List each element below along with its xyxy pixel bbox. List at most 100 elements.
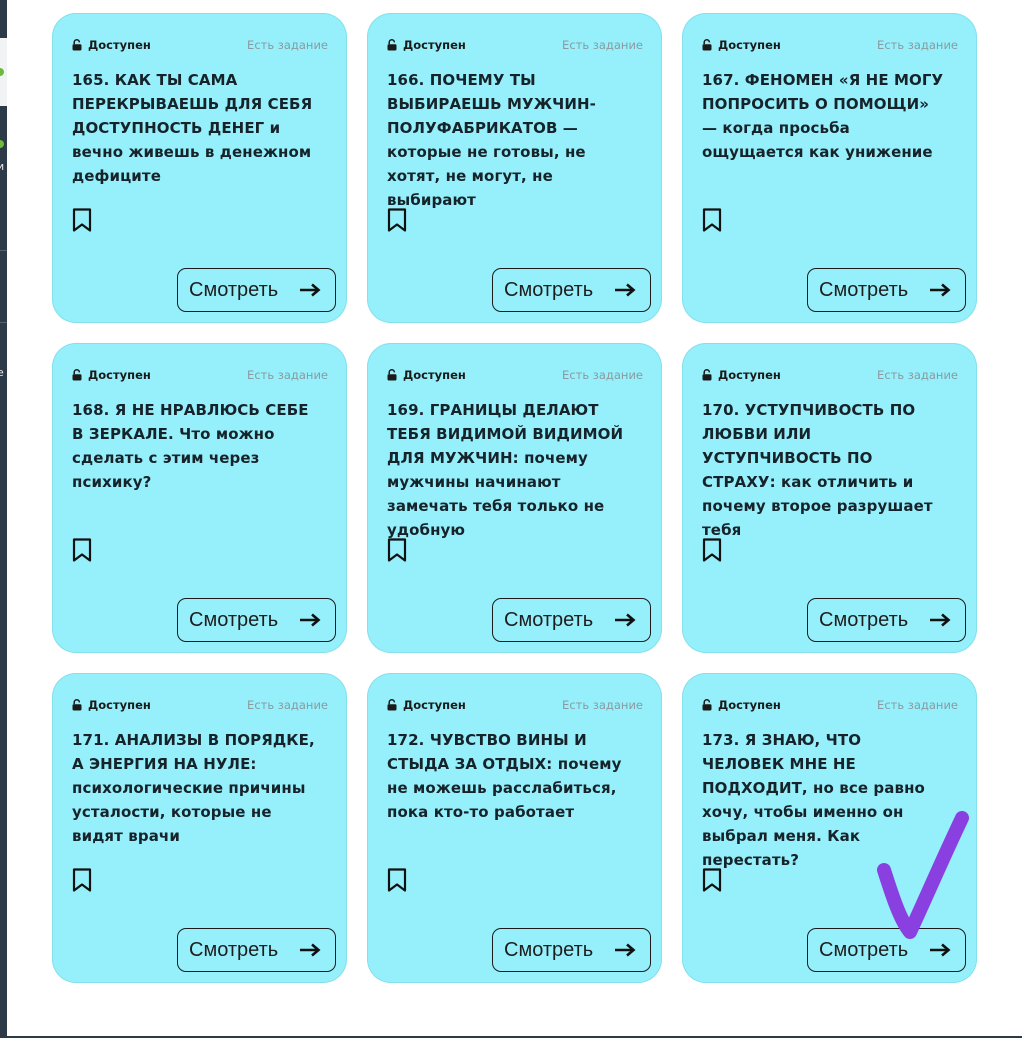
arrow-right-icon <box>300 943 321 957</box>
availability-status: Доступен <box>701 698 781 712</box>
bookmark-icon[interactable] <box>386 867 408 893</box>
arrow-right-icon <box>615 283 636 297</box>
lesson-title: 167. ФЕНОМЕН «Я НЕ МОГУ ПОПРОСИТЬ О ПОМО… <box>702 71 944 161</box>
lesson-title: 168. Я НЕ НРАВЛЮСЬ СЕБЕ В ЗЕРКАЛЕ. Что м… <box>72 401 309 491</box>
bookmark-icon[interactable] <box>71 207 93 233</box>
sidebar-glyph: е <box>0 366 4 379</box>
task-label: Есть задание <box>247 38 328 52</box>
watch-button[interactable]: Смотреть <box>807 928 966 972</box>
bookmark-icon[interactable] <box>386 537 408 563</box>
watch-button-label: Смотреть <box>189 938 279 961</box>
lesson-title: 169. ГРАНИЦЫ ДЕЛАЮТ ТЕБЯ ВИДИМОЙ ВИДИМОЙ… <box>387 401 624 539</box>
lesson-card: Доступен Есть задание 169. ГРАНИЦЫ ДЕЛАЮ… <box>367 343 662 653</box>
unlocked-lock-icon <box>702 39 712 51</box>
bookmark-icon[interactable] <box>701 207 723 233</box>
lesson-card: Доступен Есть задание 173. Я ЗНАЮ, ЧТО Ч… <box>682 673 977 983</box>
card-header: Доступен Есть задание <box>71 37 328 53</box>
lesson-title: 171. АНАЛИЗЫ В ПОРЯДКЕ, А ЭНЕРГИЯ НА НУЛ… <box>72 731 315 845</box>
watch-button-label: Смотреть <box>819 608 909 631</box>
lesson-card: Доступен Есть задание 168. Я НЕ НРАВЛЮСЬ… <box>52 343 347 653</box>
bookmark-icon[interactable] <box>71 867 93 893</box>
arrow-right-icon <box>930 613 951 627</box>
status-label: Доступен <box>88 38 151 52</box>
watch-button-label: Смотреть <box>819 278 909 301</box>
availability-status: Доступен <box>701 368 781 382</box>
status-label: Доступен <box>718 698 781 712</box>
lesson-card: Доступен Есть задание 172. ЧУВСТВО ВИНЫ … <box>367 673 662 983</box>
arrow-right-icon <box>930 283 951 297</box>
watch-button[interactable]: Смотреть <box>492 928 651 972</box>
watch-button[interactable]: Смотреть <box>807 598 966 642</box>
status-label: Доступен <box>718 38 781 52</box>
arrow-right-icon <box>615 943 636 957</box>
watch-button-label: Смотреть <box>504 938 594 961</box>
status-label: Доступен <box>88 368 151 382</box>
availability-status: Доступен <box>386 368 466 382</box>
unlocked-lock-icon <box>702 699 712 711</box>
bookmark-icon[interactable] <box>701 867 723 893</box>
task-label: Есть задание <box>877 698 958 712</box>
sidebar-divider <box>0 250 7 251</box>
availability-status: Доступен <box>386 698 466 712</box>
availability-status: Доступен <box>71 368 151 382</box>
unlocked-lock-icon <box>72 699 82 711</box>
lesson-card: Доступен Есть задание 167. ФЕНОМЕН «Я НЕ… <box>682 13 977 323</box>
status-label: Доступен <box>718 368 781 382</box>
card-header: Доступен Есть задание <box>386 37 643 53</box>
unlocked-lock-icon <box>387 39 397 51</box>
task-label: Есть задание <box>877 38 958 52</box>
bookmark-icon[interactable] <box>71 537 93 563</box>
card-header: Доступен Есть задание <box>701 37 958 53</box>
card-header: Доступен Есть задание <box>701 697 958 713</box>
unlocked-lock-icon <box>702 369 712 381</box>
sidebar-divider <box>0 322 7 323</box>
arrow-right-icon <box>300 613 321 627</box>
task-label: Есть задание <box>562 698 643 712</box>
card-header: Доступен Есть задание <box>386 367 643 383</box>
status-label: Доступен <box>403 368 466 382</box>
task-label: Есть задание <box>562 38 643 52</box>
lesson-title: 170. УСТУПЧИВОСТЬ ПО ЛЮБВИ ИЛИ УСТУПЧИВО… <box>702 401 933 539</box>
lesson-card: Доступен Есть задание 165. КАК ТЫ САМА П… <box>52 13 347 323</box>
status-dot <box>0 140 4 148</box>
availability-status: Доступен <box>71 698 151 712</box>
watch-button[interactable]: Смотреть <box>177 268 336 312</box>
unlocked-lock-icon <box>387 699 397 711</box>
task-label: Есть задание <box>247 368 328 382</box>
task-label: Есть задание <box>562 368 643 382</box>
status-label: Доступен <box>88 698 151 712</box>
card-header: Доступен Есть задание <box>71 367 328 383</box>
status-label: Доступен <box>403 38 466 52</box>
watch-button[interactable]: Смотреть <box>177 928 336 972</box>
lesson-title: 172. ЧУВСТВО ВИНЫ И СТЫДА ЗА ОТДЫХ: поче… <box>387 731 622 821</box>
watch-button-label: Смотреть <box>189 608 279 631</box>
status-label: Доступен <box>403 698 466 712</box>
watch-button-label: Смотреть <box>504 608 594 631</box>
lesson-title: 166. ПОЧЕМУ ТЫ ВЫБИРАЕШЬ МУЖЧИН-ПОЛУФАБР… <box>387 71 597 209</box>
bookmark-icon[interactable] <box>701 537 723 563</box>
task-label: Есть задание <box>247 698 328 712</box>
arrow-right-icon <box>930 943 951 957</box>
card-header: Доступен Есть задание <box>71 697 328 713</box>
watch-button-label: Смотреть <box>819 938 909 961</box>
arrow-right-icon <box>615 613 636 627</box>
lesson-title: 165. КАК ТЫ САМА ПЕРЕКРЫВАЕШЬ ДЛЯ СЕБЯ Д… <box>72 71 313 185</box>
watch-button[interactable]: Смотреть <box>492 268 651 312</box>
card-header: Доступен Есть задание <box>701 367 958 383</box>
card-header: Доступен Есть задание <box>386 697 643 713</box>
task-label: Есть задание <box>877 368 958 382</box>
arrow-right-icon <box>300 283 321 297</box>
unlocked-lock-icon <box>387 369 397 381</box>
unlocked-lock-icon <box>72 39 82 51</box>
unlocked-lock-icon <box>72 369 82 381</box>
watch-button-label: Смотреть <box>504 278 594 301</box>
watch-button[interactable]: Смотреть <box>177 598 336 642</box>
watch-button[interactable]: Смотреть <box>807 268 966 312</box>
sidebar-edge: и е <box>0 0 7 1038</box>
sidebar-glyph: и <box>0 160 5 173</box>
lesson-title: 173. Я ЗНАЮ, ЧТО ЧЕЛОВЕК МНЕ НЕ ПОДХОДИТ… <box>702 731 925 869</box>
availability-status: Доступен <box>701 38 781 52</box>
availability-status: Доступен <box>71 38 151 52</box>
watch-button[interactable]: Смотреть <box>492 598 651 642</box>
bookmark-icon[interactable] <box>386 207 408 233</box>
